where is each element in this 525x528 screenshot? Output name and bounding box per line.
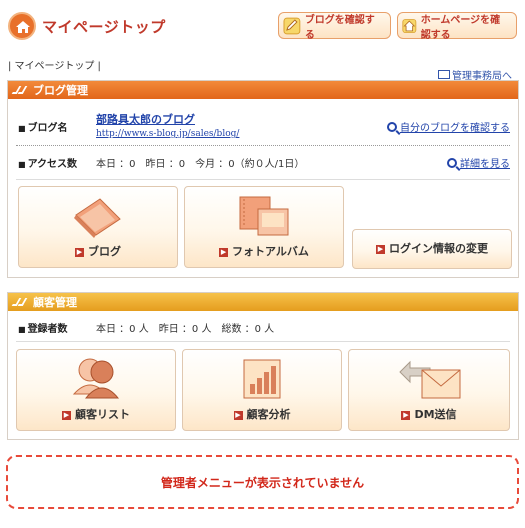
check-homepage-button[interactable]: ホームページを確認する — [397, 12, 517, 41]
arrow-icon: ▶ — [62, 411, 71, 420]
arrow-icon: ▶ — [376, 245, 385, 254]
magnifier-icon — [387, 121, 397, 132]
access-stats: 本日 ：0 昨日 ：0 今月 ：0（約０人/1日） — [96, 158, 305, 170]
check-homepage-label: ホームページを確認する — [420, 14, 501, 41]
blog-tile[interactable]: ▶ ブログ — [18, 186, 178, 268]
photo-album-tile-label: ▶ フォトアルバム — [219, 245, 309, 258]
bar-chart-icon — [243, 359, 281, 399]
customer-analysis-label: ▶ 顧客分析 — [233, 408, 291, 421]
home-icon — [8, 12, 36, 40]
blog-url-link[interactable]: http://www.s-blog.jp/sales/blog/ — [96, 129, 239, 139]
notebook-icon — [74, 198, 121, 238]
blog-info: 部路具太郎のブログ http://www.s-blog.jp/sales/blo… — [96, 111, 239, 139]
customer-section-header: 顧客管理 — [8, 293, 518, 311]
customer-list-tile[interactable]: ▶ 顧客リスト — [16, 349, 176, 431]
photo-album-tile[interactable]: ▶ フォトアルバム — [184, 186, 344, 268]
magnifier-icon — [447, 157, 457, 168]
blog-title-link[interactable]: 部路具太郎のブログ — [96, 111, 239, 127]
details-link-label: 詳細を見る — [460, 159, 510, 170]
check-blog-button[interactable]: ブログを確認する — [278, 12, 391, 41]
people-icon — [72, 358, 120, 399]
customer-management-section: 顧客管理 登録者数 本日 ：0 人 昨日 ：0 人 総数 ：0 人 ▶顧客リスト… — [7, 292, 519, 440]
blog-management-section: ブログ管理 ブログ名 自分のブログを確認する 部路具太郎のブログ http://… — [7, 80, 519, 278]
customer-list-label: ▶ 顧客リスト — [62, 408, 130, 421]
top-header: マイページトップ ブログを確認する ホームページを確認する — [8, 10, 518, 42]
envelope-icon — [399, 360, 461, 399]
registered-row: 登録者数 本日 ：0 人 昨日 ：0 人 総数 ：0 人 — [18, 318, 510, 336]
customer-analysis-tile[interactable]: ▶ 顧客分析 — [182, 349, 342, 431]
registered-stats: 本日 ：0 人 昨日 ：0 人 総数 ：0 人 — [96, 323, 275, 335]
blog-tile-label: ▶ ブログ — [75, 245, 121, 258]
stripe-icon — [11, 298, 28, 306]
row-divider — [16, 145, 510, 146]
details-link[interactable]: 詳細を見る — [447, 155, 510, 170]
login-info-change-label: ▶ ログイン情報の変更 — [376, 242, 488, 255]
arrow-icon: ▶ — [401, 411, 411, 420]
mail-icon — [438, 70, 450, 79]
blog-section-header: ブログ管理 — [8, 81, 518, 99]
pencil-icon — [283, 17, 301, 34]
blog-name-label: ブログ名 — [18, 119, 96, 134]
access-label: アクセス数 — [18, 155, 96, 170]
access-row: アクセス数 本日 ：0 昨日 ：0 今月 ：0（約０人/1日） 詳細を見る — [18, 153, 510, 171]
blog-name-row: ブログ名 自分のブログを確認する — [18, 117, 510, 135]
check-blog-label: ブログを確認する — [304, 14, 375, 41]
check-own-blog-link[interactable]: 自分のブログを確認する — [387, 119, 510, 134]
arrow-icon: ▶ — [233, 411, 243, 420]
row-divider — [16, 179, 510, 180]
page-title: マイページトップ — [42, 18, 166, 36]
arrow-icon: ▶ — [75, 248, 84, 257]
row-divider — [16, 341, 510, 342]
house-icon — [402, 18, 417, 33]
arrow-icon: ▶ — [219, 248, 229, 257]
registered-label: 登録者数 — [18, 320, 96, 335]
dm-send-label: ▶ DM送信 — [401, 408, 457, 421]
breadcrumb: | マイページトップ | — [8, 61, 101, 72]
photo-album-icon — [239, 196, 289, 236]
login-info-change-tile[interactable]: ▶ ログイン情報の変更 — [352, 229, 512, 269]
check-own-blog-label: 自分のブログを確認する — [400, 123, 510, 134]
blog-section-title: ブログ管理 — [33, 84, 88, 97]
admin-menu-notice: 管理者メニューが表示されていません — [6, 455, 519, 509]
stripe-icon — [11, 86, 28, 94]
dm-send-tile[interactable]: ▶ DM送信 — [348, 349, 510, 431]
customer-section-title: 顧客管理 — [33, 296, 77, 309]
